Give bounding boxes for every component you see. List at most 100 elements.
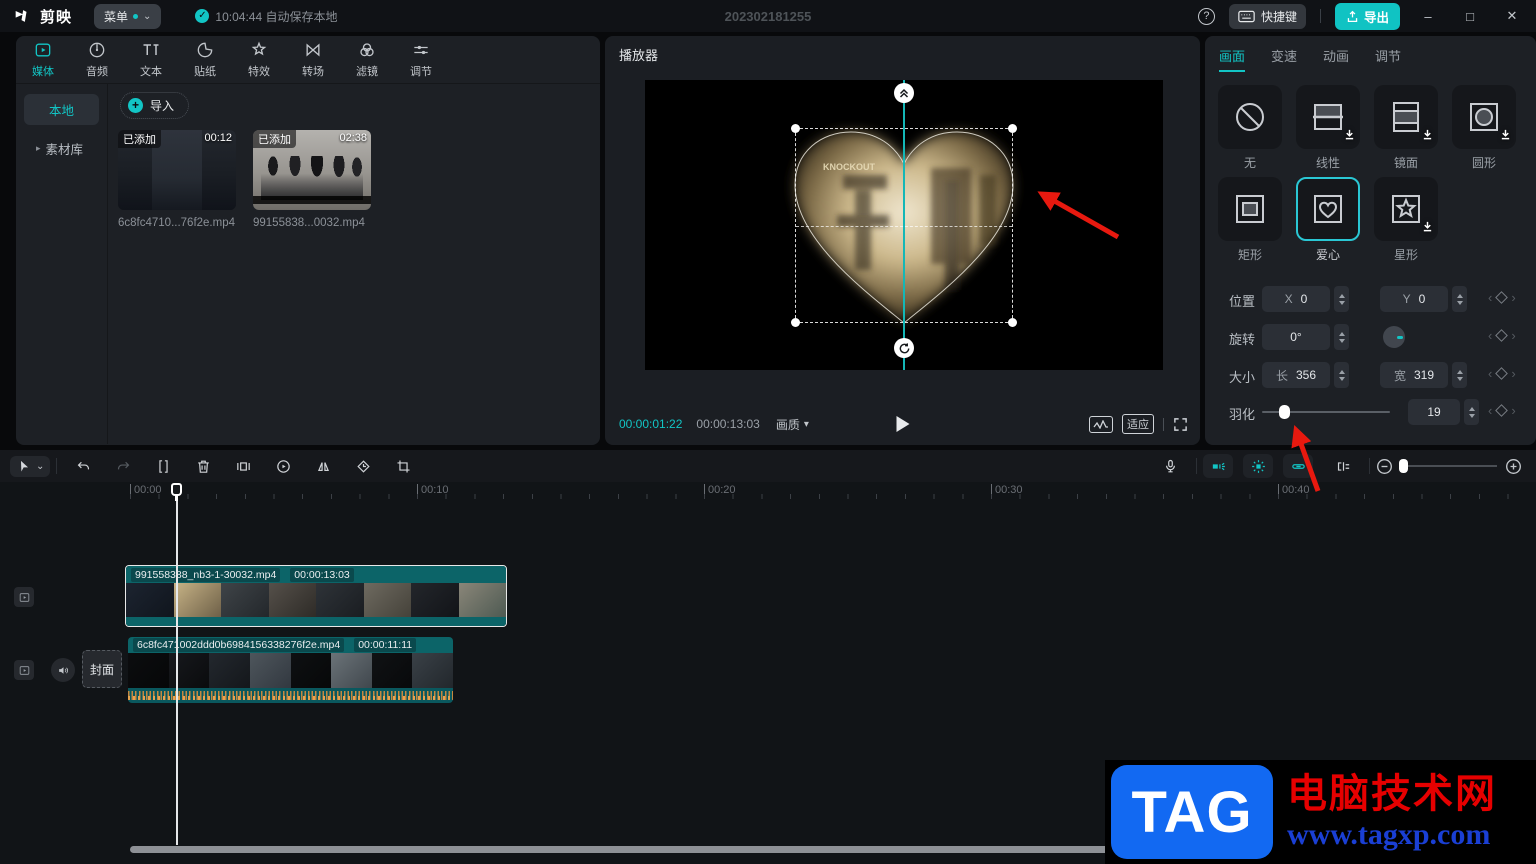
delete-button[interactable]: [183, 453, 223, 479]
main-track-magnet-button[interactable]: [1203, 454, 1233, 478]
feather-slider-handle[interactable]: [1279, 405, 1290, 419]
track1-toggle-button[interactable]: [14, 587, 34, 607]
tab-sticker[interactable]: 贴纸: [178, 36, 232, 83]
tab-speed[interactable]: 变速: [1271, 46, 1297, 72]
sidebar-item-local[interactable]: 本地: [24, 94, 99, 125]
rotate-handle[interactable]: [894, 338, 914, 358]
resize-handle[interactable]: [791, 318, 800, 327]
position-keyframe[interactable]: ‹ ›: [1488, 290, 1516, 305]
mask-option-mirror[interactable]: [1374, 85, 1438, 149]
shortcut-label: 快捷键: [1260, 9, 1297, 24]
feather-drag-handle[interactable]: [894, 83, 914, 103]
tab-filter[interactable]: 滤镜: [340, 36, 394, 83]
fullscreen-icon[interactable]: [1173, 417, 1188, 432]
tab-text[interactable]: 文本: [124, 36, 178, 83]
menu-button[interactable]: 菜单 ⌄: [94, 3, 162, 29]
tab-adjust[interactable]: 调节: [394, 36, 448, 83]
position-y-stepper[interactable]: [1452, 286, 1467, 312]
mask-option-linear[interactable]: [1296, 85, 1360, 149]
mask-option-heart[interactable]: [1296, 177, 1360, 241]
mask-heart-icon: [1314, 195, 1342, 223]
maximize-button[interactable]: □: [1456, 9, 1484, 24]
mask-label: 镜面: [1393, 156, 1418, 170]
play-button[interactable]: [896, 416, 909, 432]
crop-button[interactable]: [383, 453, 423, 479]
close-button[interactable]: ✕: [1498, 8, 1526, 24]
rotation-keyframe[interactable]: ‹ ›: [1488, 328, 1516, 343]
resize-handle[interactable]: [1008, 124, 1017, 133]
position-x-stepper[interactable]: [1334, 286, 1349, 312]
help-button[interactable]: ?: [1197, 7, 1215, 25]
resize-handle[interactable]: [791, 124, 800, 133]
player-title: 播放器: [619, 47, 659, 63]
microphone-icon: [1165, 459, 1175, 472]
playhead[interactable]: [176, 483, 178, 845]
fit-button[interactable]: 适应: [1122, 414, 1154, 434]
tab-picture[interactable]: 画面: [1219, 46, 1246, 72]
tab-transition[interactable]: 转场: [286, 36, 340, 83]
import-button[interactable]: + 导入: [120, 92, 190, 119]
size-keyframe[interactable]: ‹ ›: [1488, 366, 1516, 381]
quality-dropdown[interactable]: 画质 ▾: [776, 416, 809, 433]
size-height-stepper[interactable]: [1452, 362, 1467, 388]
export-button[interactable]: 导出: [1334, 2, 1400, 30]
feather-keyframe[interactable]: ‹ ›: [1488, 403, 1516, 418]
keyframe-diamond-icon: [1495, 404, 1509, 417]
record-voiceover-button[interactable]: [1150, 453, 1190, 479]
freeze-frame-button[interactable]: [223, 453, 263, 479]
select-tool-button[interactable]: ⌄: [10, 455, 51, 477]
feather-stepper[interactable]: [1464, 399, 1479, 425]
timeline-ruler[interactable]: 00:00 00:10 00:20 00:30 00:40: [0, 482, 1536, 500]
size-width-field[interactable]: 长 356: [1262, 362, 1330, 388]
video-preview[interactable]: KNOCKOUT: [645, 80, 1163, 370]
mask-option-none[interactable]: [1218, 85, 1282, 149]
zoom-out-icon[interactable]: [1376, 458, 1393, 475]
rotate-button[interactable]: [343, 453, 383, 479]
preview-axis-button[interactable]: [1323, 453, 1363, 479]
mask-option-star[interactable]: [1374, 177, 1438, 241]
undo-button[interactable]: [63, 453, 103, 479]
size-width-stepper[interactable]: [1334, 362, 1349, 388]
media-item[interactable]: 已添加 00:12: [118, 130, 236, 210]
rotation-field[interactable]: 0°: [1262, 324, 1330, 350]
linkage-button[interactable]: [1283, 454, 1313, 478]
mask-selection-box[interactable]: [791, 124, 1017, 327]
mute-track-button[interactable]: [51, 658, 75, 682]
rotation-stepper[interactable]: [1334, 324, 1349, 350]
redo-button[interactable]: [103, 453, 143, 479]
zoom-in-icon[interactable]: [1505, 458, 1522, 475]
auto-snap-button[interactable]: [1243, 454, 1273, 478]
track2-toggle-button[interactable]: [14, 660, 34, 680]
feather-value-field[interactable]: 19: [1408, 399, 1460, 425]
tab-audio[interactable]: 音频: [70, 36, 124, 83]
tab-media[interactable]: 媒体: [16, 36, 70, 83]
tab-animation[interactable]: 动画: [1323, 46, 1349, 72]
trash-icon: [198, 460, 209, 473]
mask-label: 矩形: [1237, 248, 1262, 262]
tab-adjustment[interactable]: 调节: [1375, 46, 1401, 72]
position-y-field[interactable]: Y 0: [1380, 286, 1448, 312]
minimize-button[interactable]: –: [1414, 9, 1442, 24]
media-item[interactable]: 已添加 02:38: [253, 130, 371, 210]
shortcut-button[interactable]: 快捷键: [1228, 3, 1306, 29]
current-time: 00:00:01:22: [619, 417, 683, 431]
size-height-field[interactable]: 宽 319: [1380, 362, 1448, 388]
mask-option-circle[interactable]: [1452, 85, 1516, 149]
timeline-clip-overlay[interactable]: 991558388_nb3-1-30032.mp4 00:00:13:03: [125, 565, 507, 627]
zoom-slider-handle[interactable]: [1399, 459, 1408, 473]
cover-button[interactable]: 封面: [82, 650, 122, 688]
resize-handle[interactable]: [1008, 318, 1017, 327]
mask-option-rect[interactable]: [1218, 177, 1282, 241]
reverse-button[interactable]: [263, 453, 303, 479]
position-x-field[interactable]: X 0: [1262, 286, 1330, 312]
mirror-button[interactable]: [303, 453, 343, 479]
playhead-handle[interactable]: [171, 483, 182, 496]
sidebar-item-library[interactable]: ▸ 素材库: [24, 133, 99, 164]
tab-effects[interactable]: 特效: [232, 36, 286, 83]
split-button[interactable]: [143, 453, 183, 479]
timeline-zoom-slider[interactable]: [1399, 459, 1497, 473]
feather-slider[interactable]: [1262, 405, 1390, 419]
waveform-toggle[interactable]: [1089, 415, 1113, 433]
menu-label: 菜单: [104, 9, 129, 24]
rotation-dial[interactable]: [1383, 326, 1405, 348]
